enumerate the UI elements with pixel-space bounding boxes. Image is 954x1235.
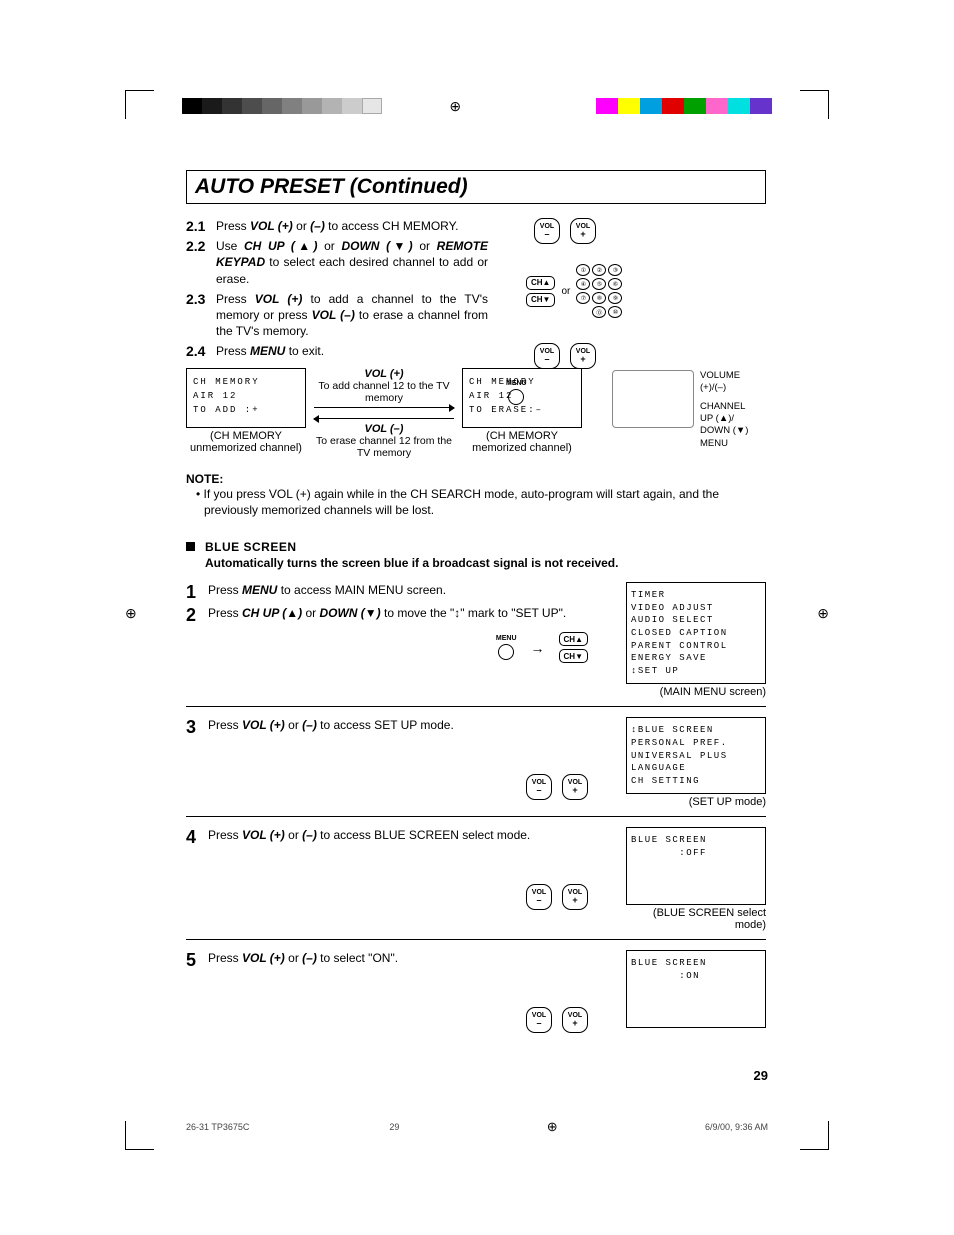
blue-screen-on: BLUE SCREEN :ON [626, 950, 766, 1028]
vol-plus-button-icon: VOL+ [562, 774, 588, 800]
step-number: 2.1 [186, 218, 216, 234]
ch-up-button-icon: CH▲ [526, 276, 555, 290]
tv-caption: (CH MEMORY unmemorized channel) [186, 430, 306, 454]
step-text: Press VOL (+) or (–) to access BLUE SCRE… [208, 827, 596, 843]
footer-page: 29 [389, 1122, 399, 1132]
vol-minus-button-icon: VOL– [534, 218, 560, 244]
vol-plus-button-icon: VOL+ [562, 884, 588, 910]
square-bullet-icon [186, 542, 195, 551]
note-body: • If you press VOL (+) again while in th… [204, 486, 766, 518]
color-registration-bar: ⊕ [182, 98, 772, 114]
section-title-box: AUTO PRESET (Continued) [186, 170, 766, 204]
step-number: 1 [186, 582, 208, 603]
main-menu-screen: TIMER VIDEO ADJUST AUDIO SELECT CLOSED C… [626, 582, 766, 684]
footer-doc-id: 26-31 TP3675C [186, 1122, 249, 1132]
step-number: 2 [186, 605, 208, 626]
menu-button-icon: MENU [506, 380, 527, 405]
vol-minus-button-icon: VOL– [526, 774, 552, 800]
menu-button-icon: MENU [496, 635, 517, 660]
registration-mark-icon: ⊕ [449, 98, 461, 114]
tv-caption: (CH MEMORY memorized channel) [462, 430, 582, 454]
ch-down-button-icon: CH▼ [526, 293, 555, 307]
step-text: Press MENU to access MAIN MENU screen. [208, 582, 596, 598]
tv-screen-unmemorized: CH MEMORY AIR 12 TO ADD :+ [186, 368, 306, 428]
step-number: 4 [186, 827, 208, 848]
crop-mark-tl [125, 90, 154, 119]
registration-mark-icon: ⊕ [547, 1119, 558, 1135]
panel-caption: (BLUE SCREEN select mode) [626, 907, 766, 931]
vol-plus-button-icon: VOL+ [570, 218, 596, 244]
footer: 26-31 TP3675C 29 ⊕ 6/9/00, 9:36 AM [186, 1119, 768, 1135]
crop-mark-tr [800, 90, 829, 119]
or-label: or [561, 286, 570, 297]
arrow-right-icon [314, 407, 454, 408]
arrow-right-icon: → [531, 640, 545, 656]
vol-plus-label: VOL (+) [314, 368, 454, 380]
ch-down-button-icon: CH▼ [559, 649, 588, 663]
step-text: Press CH UP (▲) or DOWN (▼) to move the … [208, 605, 596, 621]
vol-minus-label: VOL (–) [314, 423, 454, 435]
blue-screen-heading: BLUE SCREEN Automatically turns the scre… [186, 540, 766, 570]
vol-minus-button-icon: VOL– [526, 1007, 552, 1033]
arrow-left-icon [314, 418, 454, 419]
page-number: 29 [754, 1068, 768, 1083]
vol-plus-button-icon: VOL+ [570, 343, 596, 369]
vol-minus-button-icon: VOL– [534, 343, 560, 369]
panel-caption: (MAIN MENU screen) [626, 686, 766, 698]
step-text: Use CH UP (▲) or DOWN (▼) or REMOTE KEYP… [216, 238, 488, 287]
remote-control-diagram: VOLUME (+)/(–) CHANNEL UP (▲)/ DOWN (▼) … [612, 370, 772, 450]
blue-screen-off: BLUE SCREEN :OFF [626, 827, 766, 905]
step-text: Press VOL (+) or (–) to select "ON". [208, 950, 596, 966]
remote-keypad-icon: ①②③ ④⑤⑥ ⑦⑧⑨ ⓪⑩ [576, 264, 622, 318]
vol-minus-desc: To erase channel 12 from the TV memory [314, 435, 454, 460]
divider [186, 816, 766, 817]
vol-minus-button-icon: VOL– [526, 884, 552, 910]
remote-illustration-icon [612, 370, 694, 428]
ch-up-button-icon: CH▲ [559, 632, 588, 646]
section-title: AUTO PRESET (Continued) [195, 175, 468, 198]
step-number: 3 [186, 717, 208, 738]
panel-caption: (SET UP mode) [626, 796, 766, 808]
vol-plus-desc: To add channel 12 to the TV memory [314, 380, 454, 405]
note-heading: NOTE: [186, 472, 766, 486]
crop-mark-br [800, 1121, 829, 1150]
step-text: Press VOL (+) or (–) to access CH MEMORY… [216, 218, 488, 234]
setup-mode-screen: ↕BLUE SCREEN PERSONAL PREF. UNIVERSAL PL… [626, 717, 766, 794]
registration-mark-right-icon: ⊕ [817, 605, 829, 622]
step-text: Press MENU to exit. [216, 343, 488, 359]
step-number: 2.2 [186, 238, 216, 254]
footer-datetime: 6/9/00, 9:36 AM [705, 1122, 768, 1132]
crop-mark-bl [125, 1121, 154, 1150]
step-number: 2.3 [186, 291, 216, 307]
divider [186, 706, 766, 707]
step-text: Press VOL (+) to add a channel to the TV… [216, 291, 488, 340]
divider [186, 939, 766, 940]
registration-mark-left-icon: ⊕ [125, 605, 137, 622]
step-number: 2.4 [186, 343, 216, 359]
step-number: 5 [186, 950, 208, 971]
step-text: Press VOL (+) or (–) to access SET UP mo… [208, 717, 596, 733]
vol-plus-button-icon: VOL+ [562, 1007, 588, 1033]
